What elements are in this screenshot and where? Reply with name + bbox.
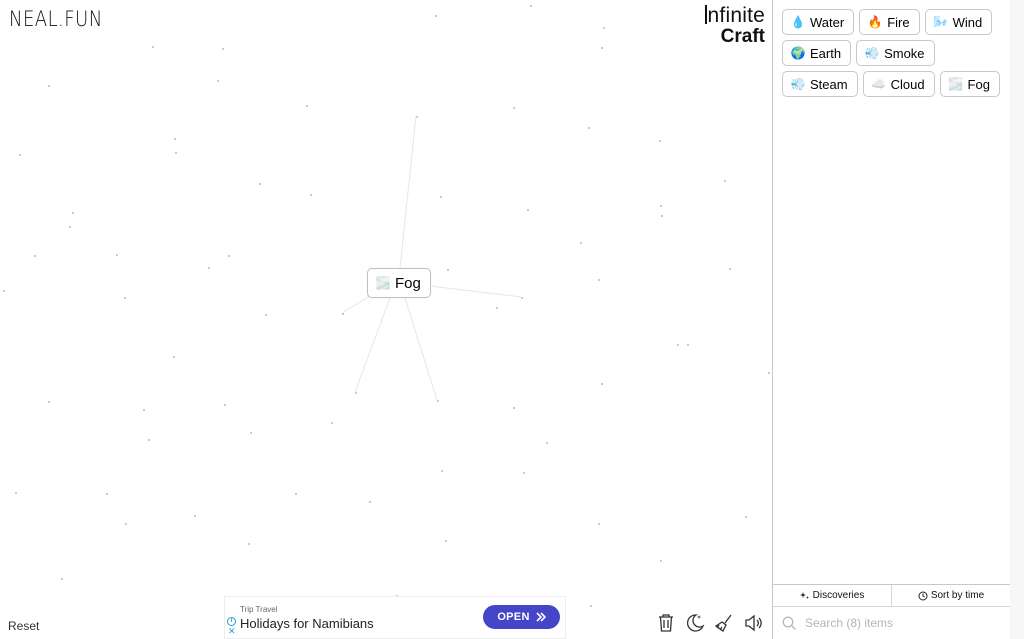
search-bar: [773, 607, 1010, 639]
canvas-item-fog[interactable]: 🌫️ Fog: [367, 268, 431, 298]
connection-lines: [341, 115, 522, 401]
connection-line: [399, 115, 417, 269]
item-label: Water: [810, 14, 845, 30]
sparkle-icon: [799, 591, 809, 599]
ad-banner[interactable]: i ✕ Trip Travel Holidays for Namibians O…: [224, 596, 566, 639]
ad-open-button[interactable]: OPEN: [483, 605, 560, 629]
sidebar-controls: Discoveries Sort by time: [773, 584, 1010, 639]
discoveries-label: Discoveries: [812, 590, 865, 601]
discoveries-button[interactable]: Discoveries: [773, 585, 891, 606]
broom-icon: [714, 614, 732, 632]
ad-close-icon[interactable]: ✕: [228, 627, 236, 636]
infinite-craft-app: NEAL.FUN nfinite Craft 🌫️ Fog Reset i ✕ …: [0, 0, 1024, 639]
canvas-tools: [656, 612, 763, 634]
ad-open-label: OPEN: [497, 611, 530, 623]
earth-icon: 🌍: [790, 46, 806, 60]
double-chevron-right-icon: [536, 612, 546, 622]
item-label: Fog: [967, 76, 990, 92]
steam-icon: 💨: [790, 77, 806, 91]
sidebar: 💧 Water 🔥 Fire 🌬️ Wind 🌍 Earth 💨 Smoke 💨 Steam…: [772, 0, 1010, 639]
sort-button[interactable]: Sort by time: [891, 585, 1010, 606]
sound-icon: [745, 614, 762, 632]
ad-source: Trip Travel: [240, 605, 278, 614]
sidebar-item-wind[interactable]: 🌬️ Wind: [924, 9, 993, 35]
logo-line2: Craft: [720, 26, 765, 47]
canvas-item-label: Fog: [395, 274, 421, 292]
wind-icon: 🌬️: [933, 15, 949, 29]
cleanup-button[interactable]: [714, 612, 734, 634]
sort-row: Discoveries Sort by time: [773, 585, 1010, 607]
connection-line: [341, 295, 371, 314]
fire-icon: 🔥: [867, 15, 883, 29]
scrollbar[interactable]: [1010, 0, 1024, 639]
connection-line: [404, 297, 438, 401]
neal-fun-logo[interactable]: NEAL.FUN: [9, 7, 103, 31]
sidebar-item-earth[interactable]: 🌍 Earth: [782, 40, 852, 66]
item-label: Earth: [810, 45, 842, 61]
item-label: Cloud: [890, 76, 925, 92]
sidebar-item-steam[interactable]: 💨 Steam: [782, 71, 858, 97]
clock-icon: [918, 591, 928, 600]
item-label: Smoke: [884, 45, 925, 61]
crafting-canvas[interactable]: NEAL.FUN nfinite Craft 🌫️ Fog Reset i ✕ …: [0, 0, 772, 639]
sort-label: Sort by time: [930, 590, 985, 601]
trash-icon: [659, 614, 673, 632]
sidebar-item-smoke[interactable]: 💨 Smoke: [856, 40, 935, 66]
connection-line: [354, 297, 391, 393]
fog-icon: 🌫️: [948, 77, 964, 91]
ad-title[interactable]: Holidays for Namibians: [240, 616, 374, 631]
logo-line1: nfinite: [707, 4, 765, 27]
sound-button[interactable]: [743, 612, 763, 634]
item-label: Fire: [887, 14, 910, 30]
fog-icon: 🌫️: [375, 276, 391, 290]
logo-cursor-bar: [704, 5, 707, 24]
item-list: 💧 Water 🔥 Fire 🌬️ Wind 🌍 Earth 💨 Smoke 💨 Steam…: [773, 0, 1010, 97]
smoke-icon: 💨: [864, 46, 880, 60]
infinite-craft-logo: nfinite Craft: [700, 5, 765, 47]
reset-button[interactable]: Reset: [8, 619, 39, 633]
water-drop-icon: 💧: [790, 15, 806, 29]
clear-button[interactable]: [656, 612, 676, 634]
dark-mode-button[interactable]: [685, 612, 705, 634]
ad-info-icon[interactable]: i: [227, 617, 236, 626]
sidebar-item-fire[interactable]: 🔥 Fire: [859, 9, 920, 35]
connection-line: [429, 285, 522, 298]
sidebar-item-fog[interactable]: 🌫️ Fog: [939, 71, 1000, 97]
cloud-icon: ☁️: [871, 77, 887, 91]
item-label: Steam: [810, 76, 848, 92]
sidebar-item-cloud[interactable]: ☁️ Cloud: [862, 71, 935, 97]
sidebar-item-water[interactable]: 💧 Water: [782, 9, 855, 35]
item-label: Wind: [952, 14, 983, 30]
search-input[interactable]: [805, 616, 985, 630]
dark-mode-icon: [687, 614, 705, 632]
search-icon: [782, 616, 796, 630]
